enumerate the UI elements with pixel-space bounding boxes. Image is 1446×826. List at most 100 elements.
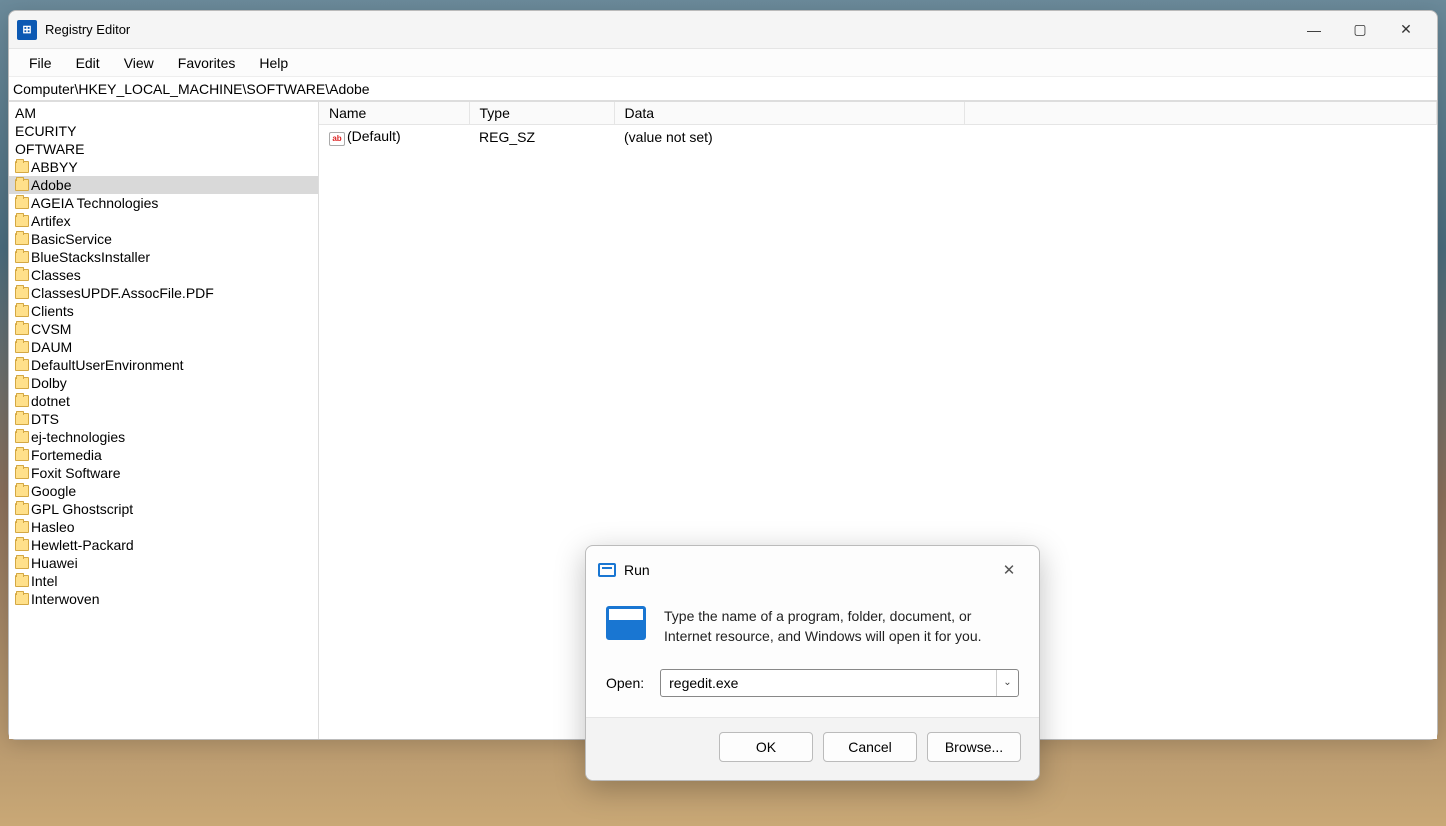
tree-item[interactable]: Interwoven	[9, 590, 318, 608]
tree-item[interactable]: Artifex	[9, 212, 318, 230]
tree-item-label: AGEIA Technologies	[31, 195, 158, 211]
tree-item-label: DTS	[31, 411, 59, 427]
open-label: Open:	[606, 675, 644, 691]
tree-item-label: Fortemedia	[31, 447, 102, 463]
tree-item[interactable]: Hewlett-Packard	[9, 536, 318, 554]
folder-icon	[15, 197, 29, 209]
col-name[interactable]: Name	[319, 102, 469, 125]
folder-icon	[15, 539, 29, 551]
tree-item-label: GPL Ghostscript	[31, 501, 133, 517]
maximize-button[interactable]: ▢	[1337, 14, 1383, 46]
folder-icon	[15, 413, 29, 425]
run-description: Type the name of a program, folder, docu…	[664, 606, 1019, 647]
key-tree[interactable]: AMECURITYOFTWAREABBYYAdobeAGEIA Technolo…	[9, 102, 319, 739]
tree-item[interactable]: Google	[9, 482, 318, 500]
folder-icon	[15, 449, 29, 461]
folder-icon	[15, 377, 29, 389]
col-spacer	[964, 102, 1437, 125]
folder-icon	[15, 395, 29, 407]
folder-icon	[15, 269, 29, 281]
run-close-button[interactable]: ✕	[991, 556, 1027, 584]
tree-item[interactable]: Fortemedia	[9, 446, 318, 464]
tree-item[interactable]: Adobe	[9, 176, 318, 194]
folder-icon	[15, 251, 29, 263]
col-type[interactable]: Type	[469, 102, 614, 125]
tree-item[interactable]: DefaultUserEnvironment	[9, 356, 318, 374]
tree-item-label: Interwoven	[31, 591, 99, 607]
tree-item-label: ABBYY	[31, 159, 78, 175]
col-data[interactable]: Data	[614, 102, 964, 125]
tree-item[interactable]: DTS	[9, 410, 318, 428]
tree-item-label: CVSM	[31, 321, 71, 337]
tree-item-label: ClassesUPDF.AssocFile.PDF	[31, 285, 214, 301]
tree-item[interactable]: DAUM	[9, 338, 318, 356]
tree-item[interactable]: CVSM	[9, 320, 318, 338]
close-button[interactable]: ✕	[1383, 14, 1429, 46]
menu-bar: File Edit View Favorites Help	[9, 49, 1437, 77]
tree-item[interactable]: AGEIA Technologies	[9, 194, 318, 212]
tree-item[interactable]: ECURITY	[9, 122, 318, 140]
tree-item[interactable]: Classes	[9, 266, 318, 284]
tree-item-label: Foxit Software	[31, 465, 120, 481]
tree-item[interactable]: BasicService	[9, 230, 318, 248]
run-dialog: Run ✕ Type the name of a program, folder…	[585, 545, 1040, 781]
folder-icon	[15, 593, 29, 605]
tree-item[interactable]: Hasleo	[9, 518, 318, 536]
tree-item[interactable]: OFTWARE	[9, 140, 318, 158]
folder-icon	[15, 287, 29, 299]
tree-item[interactable]: Intel	[9, 572, 318, 590]
window-controls: — ▢ ✕	[1291, 14, 1429, 46]
run-button-row: OK Cancel Browse...	[586, 717, 1039, 780]
tree-item-label: Huawei	[31, 555, 78, 571]
tree-item-label: DefaultUserEnvironment	[31, 357, 184, 373]
menu-edit[interactable]: Edit	[64, 51, 112, 75]
menu-help[interactable]: Help	[247, 51, 300, 75]
menu-view[interactable]: View	[112, 51, 166, 75]
tree-item-label: Clients	[31, 303, 74, 319]
tree-item-label: Artifex	[31, 213, 71, 229]
ok-button[interactable]: OK	[719, 732, 813, 762]
tree-item[interactable]: Foxit Software	[9, 464, 318, 482]
folder-icon	[15, 485, 29, 497]
folder-icon	[15, 467, 29, 479]
browse-button[interactable]: Browse...	[927, 732, 1021, 762]
title-bar[interactable]: ⊞ Registry Editor — ▢ ✕	[9, 11, 1437, 49]
folder-icon	[15, 575, 29, 587]
tree-item-label: BasicService	[31, 231, 112, 247]
tree-item[interactable]: GPL Ghostscript	[9, 500, 318, 518]
run-title-bar[interactable]: Run ✕	[586, 546, 1039, 590]
tree-item[interactable]: Clients	[9, 302, 318, 320]
tree-item[interactable]: ej-technologies	[9, 428, 318, 446]
folder-icon	[15, 503, 29, 515]
chevron-down-icon[interactable]: ⌄	[996, 670, 1018, 696]
open-combo[interactable]: ⌄	[660, 669, 1019, 697]
tree-item[interactable]: dotnet	[9, 392, 318, 410]
tree-item-label: dotnet	[31, 393, 70, 409]
tree-item-label: Hewlett-Packard	[31, 537, 134, 553]
folder-icon	[15, 305, 29, 317]
tree-item[interactable]: Huawei	[9, 554, 318, 572]
value-row[interactable]: ab(Default)REG_SZ(value not set)	[319, 125, 1437, 149]
folder-icon	[15, 521, 29, 533]
folder-icon	[15, 161, 29, 173]
address-bar[interactable]: Computer\HKEY_LOCAL_MACHINE\SOFTWARE\Ado…	[9, 77, 1437, 101]
regedit-icon: ⊞	[17, 20, 37, 40]
folder-icon	[15, 323, 29, 335]
tree-item[interactable]: BlueStacksInstaller	[9, 248, 318, 266]
run-body: Type the name of a program, folder, docu…	[586, 590, 1039, 657]
tree-item-label: BlueStacksInstaller	[31, 249, 150, 265]
tree-item[interactable]: ClassesUPDF.AssocFile.PDF	[9, 284, 318, 302]
tree-item-label: ej-technologies	[31, 429, 125, 445]
cancel-button[interactable]: Cancel	[823, 732, 917, 762]
open-input[interactable]	[661, 670, 996, 696]
tree-item[interactable]: ABBYY	[9, 158, 318, 176]
tree-item[interactable]: AM	[9, 104, 318, 122]
menu-favorites[interactable]: Favorites	[166, 51, 248, 75]
minimize-button[interactable]: —	[1291, 14, 1337, 46]
run-title: Run	[624, 562, 650, 578]
folder-icon	[15, 233, 29, 245]
tree-item-label: Google	[31, 483, 76, 499]
tree-item[interactable]: Dolby	[9, 374, 318, 392]
menu-file[interactable]: File	[17, 51, 64, 75]
folder-icon	[15, 431, 29, 443]
